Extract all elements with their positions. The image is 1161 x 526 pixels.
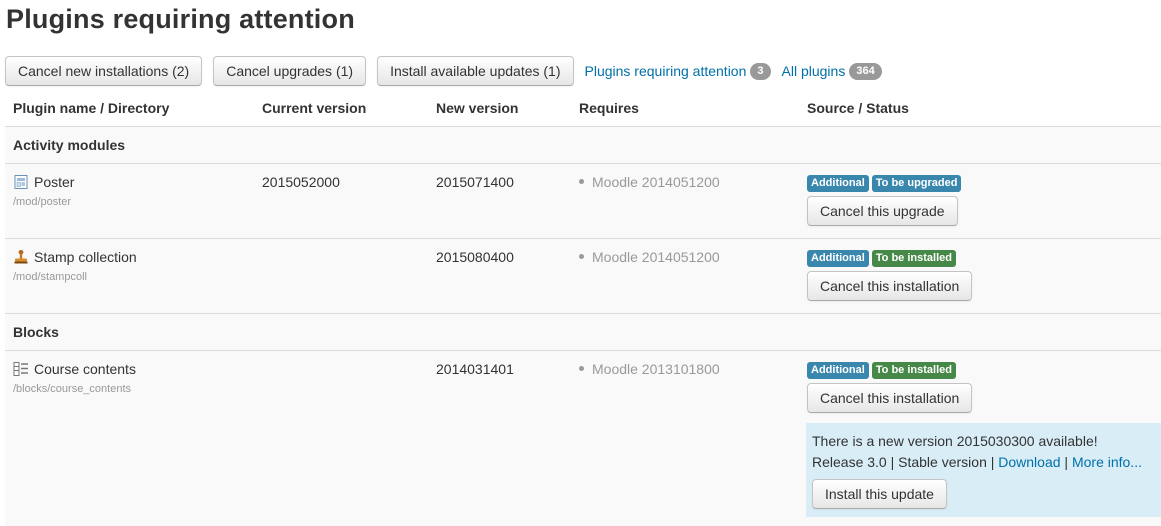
plugin-name: Poster <box>34 173 75 190</box>
plugin-directory: /mod/poster <box>13 195 72 208</box>
source-badge: Additional <box>807 174 869 192</box>
requires-text: Moodle 2013101800 <box>592 360 720 377</box>
plugin-directory: /blocks/course_contents <box>13 382 132 395</box>
table-header-row: Plugin name / Directory Current version … <box>5 90 1161 127</box>
requires-cell: Moodle 2014051200 <box>571 163 799 239</box>
cancel-new-installations-button[interactable]: Cancel new installations (2) <box>5 56 203 86</box>
cancel-upgrade-button[interactable]: Cancel this upgrade <box>807 195 958 226</box>
new-version: 2015071400 <box>428 163 571 239</box>
group-row-activity-modules: Activity modules <box>5 126 1161 164</box>
source-badge: Additional <box>807 361 869 379</box>
download-link[interactable]: Download <box>998 454 1060 470</box>
table-row: Stamp collection /mod/stampcoll 20150804… <box>5 238 1161 314</box>
update-release-info: Release 3.0 | Stable version | Download … <box>812 452 1155 473</box>
column-header-new: New version <box>428 90 571 127</box>
cancel-installation-button[interactable]: Cancel this installation <box>807 270 973 301</box>
all-count-badge: 364 <box>849 62 882 80</box>
current-version: 2015052000 <box>254 163 428 239</box>
cancel-installation-button[interactable]: Cancel this installation <box>807 382 973 413</box>
status-cell: Additional To be upgraded Cancel this up… <box>799 163 1161 239</box>
new-version: 2015080400 <box>428 238 571 314</box>
table-row: Course contents /blocks/course_contents … <box>5 350 1161 526</box>
current-version <box>254 350 428 526</box>
available-update-box: There is a new version 2015030300 availa… <box>806 422 1161 517</box>
requires-cell: Moodle 2013101800 <box>571 350 799 526</box>
plugin-name: Stamp collection <box>34 248 137 265</box>
install-this-update-button[interactable]: Install this update <box>812 478 947 509</box>
status-badge: To be upgraded <box>871 174 962 192</box>
status-badge: To be installed <box>871 361 956 379</box>
filter-attention: Plugins requiring attention 3 <box>585 62 771 80</box>
plugin-name-cell: Stamp collection /mod/stampcoll <box>5 238 254 314</box>
requires-text: Moodle 2014051200 <box>592 248 720 265</box>
current-version <box>254 238 428 314</box>
column-header-current: Current version <box>254 90 428 127</box>
column-header-status: Source / Status <box>799 90 1161 127</box>
requires-cell: Moodle 2014051200 <box>571 238 799 314</box>
plugin-name-cell: Course contents /blocks/course_contents <box>5 350 254 526</box>
status-cell: Additional To be installed Cancel this i… <box>799 350 1161 526</box>
column-header-requires: Requires <box>571 90 799 127</box>
poster-icon <box>13 174 29 190</box>
plugin-directory: /mod/stampcoll <box>13 270 87 283</box>
column-header-name: Plugin name / Directory <box>5 90 254 127</box>
update-message: There is a new version 2015030300 availa… <box>812 432 1098 449</box>
install-available-updates-button[interactable]: Install available updates (1) <box>377 56 574 86</box>
bullet-icon <box>579 179 584 184</box>
bullet-icon <box>579 366 584 371</box>
table-row: Poster /mod/poster 2015052000 2015071400… <box>5 163 1161 239</box>
plugin-name-cell: Poster /mod/poster <box>5 163 254 239</box>
attention-count-badge: 3 <box>750 62 771 80</box>
new-version: 2014031401 <box>428 350 571 526</box>
action-toolbar: Cancel new installations (2) Cancel upgr… <box>5 56 893 86</box>
update-release-text: Release 3.0 | Stable version | <box>812 453 999 470</box>
bullet-icon <box>579 254 584 259</box>
group-name: Activity modules <box>5 126 1161 164</box>
status-badge: To be installed <box>871 249 956 267</box>
filter-attention-link[interactable]: Plugins requiring attention <box>585 63 747 79</box>
requires-text: Moodle 2014051200 <box>592 173 720 190</box>
cancel-upgrades-button[interactable]: Cancel upgrades (1) <box>213 56 367 86</box>
block-icon <box>13 361 29 377</box>
page-title: Plugins requiring attention <box>6 4 355 34</box>
group-name: Blocks <box>5 313 1161 351</box>
group-row-blocks: Blocks <box>5 313 1161 351</box>
status-cell: Additional To be installed Cancel this i… <box>799 238 1161 314</box>
update-separator: | <box>1060 453 1072 470</box>
plugins-table: Plugin name / Directory Current version … <box>5 90 1161 526</box>
filter-all-link[interactable]: All plugins <box>782 63 846 79</box>
source-badge: Additional <box>807 249 869 267</box>
stamp-icon <box>13 249 29 265</box>
plugin-name: Course contents <box>34 360 136 377</box>
filter-all: All plugins 364 <box>782 62 882 80</box>
more-info-link[interactable]: More info... <box>1072 454 1142 470</box>
